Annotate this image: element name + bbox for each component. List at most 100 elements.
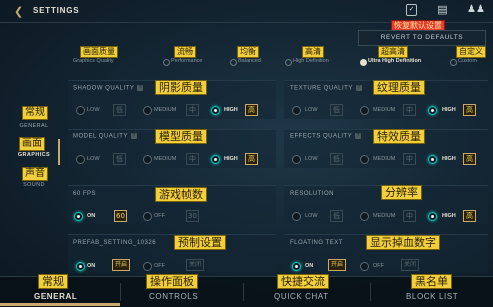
help-icon: ?: [355, 133, 362, 139]
preset-annotation-title: 画面质量: [80, 46, 118, 58]
floating-text-title: FLOATING TEXT: [290, 240, 343, 246]
sidebar-item-general[interactable]: GENERAL: [8, 123, 60, 129]
resolution-medium-label: MEDIUM: [373, 213, 396, 219]
model-quality-title: MODEL QUALITY?: [73, 133, 137, 140]
sidebar-item-graphics[interactable]: GRAPHICS: [8, 152, 60, 158]
prefab-on-box: 开启: [112, 259, 131, 271]
shadow-high-radio[interactable]: [211, 106, 220, 115]
prefab-title: PREFAB_SETTING_10326: [73, 240, 157, 246]
back-arrow-icon[interactable]: ❮: [14, 5, 23, 18]
floating-off-label: OFF: [373, 263, 384, 269]
help-icon: ?: [355, 85, 362, 91]
shadow-quality-annotation: 阴影质量: [155, 80, 207, 95]
sidebar-annotation-sound: 声音: [22, 167, 48, 181]
texture-high-box: 高: [463, 104, 476, 116]
preset-label-balanced[interactable]: Balanced: [238, 58, 261, 64]
shadow-medium-box: 中: [186, 104, 199, 116]
texture-low-label: LOW: [305, 107, 318, 113]
chat-icon[interactable]: ▤: [437, 4, 448, 16]
sidebar-item-sound[interactable]: SOUND: [8, 182, 60, 188]
sidebar-active-indicator: [58, 139, 60, 165]
resolution-low-radio[interactable]: [292, 212, 301, 221]
model-low-radio[interactable]: [76, 155, 85, 164]
floating-on-radio[interactable]: [292, 262, 301, 271]
fps-off-box: 30: [186, 210, 199, 222]
preset-radio-balanced[interactable]: [230, 59, 237, 66]
fps-annotation: 游戏帧数: [155, 187, 207, 202]
prefab-on-label: ON: [87, 263, 96, 269]
texture-quality-annotation: 纹理质量: [373, 80, 425, 95]
shadow-low-box: 低: [113, 104, 126, 116]
shadow-medium-label: MEDIUM: [154, 107, 177, 113]
preset-radio-uhd[interactable]: [360, 59, 367, 66]
model-medium-box: 中: [186, 153, 199, 165]
model-quality-annotation: 模型质量: [155, 129, 207, 144]
resolution-high-box: 高: [463, 210, 476, 222]
resolution-low-box: 低: [330, 210, 343, 222]
preset-annotation-hd: 高清: [302, 46, 324, 58]
nav-divider: [370, 283, 371, 301]
fps-on-box: 60: [114, 210, 127, 222]
preset-radio-hd[interactable]: [285, 59, 292, 66]
model-high-radio[interactable]: [211, 155, 220, 164]
shadow-high-box: 高: [245, 104, 258, 116]
texture-low-radio[interactable]: [292, 106, 301, 115]
shadow-medium-radio[interactable]: [143, 106, 152, 115]
effects-quality-annotation: 特效质量: [373, 129, 425, 144]
resolution-medium-radio[interactable]: [360, 212, 369, 221]
effects-low-label: LOW: [305, 156, 318, 162]
friends-icon[interactable]: ♟♟: [467, 4, 485, 16]
preset-radio-performance[interactable]: [163, 59, 170, 66]
fps-on-radio[interactable]: [74, 212, 83, 221]
effects-medium-label: MEDIUM: [373, 156, 396, 162]
bottom-tab-block-list[interactable]: BLOCK LIST: [406, 292, 458, 301]
preset-radio-custom[interactable]: [450, 59, 457, 66]
texture-high-radio[interactable]: [428, 106, 437, 115]
prefab-off-box: 关闭: [186, 259, 205, 271]
preset-annotation-custom: 自定义: [456, 46, 486, 58]
prefab-annotation: 预制设置: [174, 235, 226, 250]
shadow-low-radio[interactable]: [76, 106, 85, 115]
preset-label-hd[interactable]: High Definition: [293, 58, 329, 64]
revert-to-defaults-button[interactable]: REVERT TO DEFAULTS: [358, 30, 486, 46]
bottom-tab-quick-chat[interactable]: QUICK CHAT: [274, 292, 329, 301]
resolution-annotation: 分辨率: [381, 185, 422, 200]
effects-high-radio[interactable]: [428, 155, 437, 164]
model-low-box: 低: [113, 153, 126, 165]
prefab-off-radio[interactable]: [143, 262, 152, 271]
bottom-annotation-general: 常规: [38, 274, 68, 289]
floating-on-box: 开启: [328, 259, 347, 271]
bottom-annotation-controls: 操作面板: [146, 274, 198, 289]
model-low-label: LOW: [87, 156, 100, 162]
prefab-on-radio[interactable]: [76, 262, 85, 271]
texture-medium-radio[interactable]: [360, 106, 369, 115]
shadow-quality-title: SHADOW QUALITY?: [73, 85, 144, 92]
resolution-low-label: LOW: [305, 213, 318, 219]
floating-text-annotation: 显示掉血数字: [366, 235, 440, 250]
shadow-low-label: LOW: [87, 107, 100, 113]
help-icon: ?: [130, 133, 137, 139]
effects-medium-radio[interactable]: [360, 155, 369, 164]
model-medium-radio[interactable]: [143, 155, 152, 164]
effects-medium-box: 中: [403, 153, 416, 165]
floating-off-radio[interactable]: [360, 262, 369, 271]
preset-annotation-performance: 流畅: [174, 46, 196, 58]
preset-label-performance[interactable]: Performance: [171, 58, 203, 64]
preset-label-custom[interactable]: Custom: [458, 58, 477, 64]
bottom-annotation-block-list: 黑名单: [411, 274, 452, 289]
preset-label-uhd[interactable]: Ultra High Definition: [368, 58, 421, 64]
fps-off-label: OFF: [154, 213, 165, 219]
resolution-high-label: HIGH: [442, 213, 456, 219]
nav-divider: [120, 283, 121, 301]
fps-off-radio[interactable]: [143, 212, 152, 221]
shadow-high-label: HIGH: [224, 107, 238, 113]
resolution-high-radio[interactable]: [428, 212, 437, 221]
effects-low-box: 低: [330, 153, 343, 165]
page-title: SETTINGS: [33, 6, 80, 15]
floating-on-label: ON: [305, 263, 314, 269]
bottom-tab-general[interactable]: GENERAL: [34, 292, 77, 301]
effects-low-radio[interactable]: [292, 155, 301, 164]
bottom-tab-controls[interactable]: CONTROLS: [149, 292, 198, 301]
profile-card-icon[interactable]: ✓: [406, 4, 417, 16]
model-high-box: 高: [245, 153, 258, 165]
